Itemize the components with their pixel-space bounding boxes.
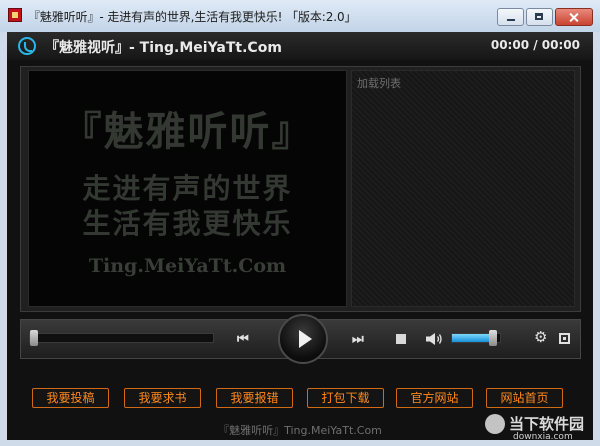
stop-button[interactable]: [396, 334, 406, 344]
report-error-button[interactable]: 我要报错: [216, 388, 293, 408]
gear-icon[interactable]: ⚙: [534, 330, 547, 345]
volume-level: [452, 334, 493, 342]
volume-slider[interactable]: [451, 330, 501, 346]
watermark-text: 当下软件园: [509, 415, 585, 433]
control-bar: ⏮ ⏭ ⚙: [20, 314, 581, 364]
content-panels: 『魅雅听听』 走进有声的世界 生活有我更快乐 Ting.MeiYaTt.Com …: [20, 66, 581, 312]
seek-handle[interactable]: [29, 330, 38, 346]
player-header: 『魅雅视听』- Ting.MeiYaTt.Com 00:00 / 00:00: [7, 32, 593, 60]
maximize-button[interactable]: [526, 8, 553, 26]
submit-button[interactable]: 我要投稿: [32, 388, 109, 408]
window-title: 『魅雅听听』- 走进有声的世界,生活有我更快乐! 「版本:2.0」: [28, 10, 357, 24]
video-area[interactable]: 『魅雅听听』 走进有声的世界 生活有我更快乐 Ting.MeiYaTt.Com: [28, 70, 347, 307]
time-display: 00:00 / 00:00: [490, 38, 580, 52]
player-window: 『魅雅视听』- Ting.MeiYaTt.Com 00:00 / 00:00 『…: [7, 32, 593, 442]
close-button[interactable]: [555, 8, 593, 26]
next-track-button[interactable]: ⏭: [352, 333, 364, 346]
home-page-button[interactable]: 网站首页: [486, 388, 563, 408]
playlist-panel[interactable]: 加载列表: [351, 70, 575, 307]
brand-title: 『魅雅听听』: [61, 109, 314, 155]
official-site-button[interactable]: 官方网站: [396, 388, 473, 408]
watermark-logo-icon: [485, 414, 505, 434]
brand-slogan-2: 生活有我更快乐: [82, 207, 293, 240]
speaker-icon[interactable]: [425, 332, 443, 346]
brand-url: Ting.MeiYaTt.Com: [88, 255, 287, 277]
watermark: 当下软件园 downxia.com: [485, 414, 585, 442]
playlist-loading-label: 加载列表: [357, 77, 401, 90]
brand-slogan-1: 走进有声的世界: [82, 172, 293, 205]
request-book-button[interactable]: 我要求书: [124, 388, 201, 408]
fullscreen-icon[interactable]: [559, 333, 570, 344]
minimize-button[interactable]: [497, 8, 524, 26]
title-bar: 『魅雅听听』- 走进有声的世界,生活有我更快乐! 「版本:2.0」: [0, 0, 600, 32]
watermark-sub: downxia.com: [513, 432, 573, 442]
logo-icon: [18, 37, 36, 55]
header-title: 『魅雅视听』- Ting.MeiYaTt.Com: [45, 40, 282, 56]
link-bar: 我要投稿 我要求书 我要报错 打包下载 官方网站 网站首页: [7, 388, 593, 412]
bundle-download-button[interactable]: 打包下载: [307, 388, 384, 408]
seek-bar[interactable]: [29, 330, 214, 346]
previous-track-button[interactable]: ⏮: [237, 333, 249, 346]
volume-handle[interactable]: [488, 330, 497, 346]
app-icon: [8, 8, 22, 22]
play-button[interactable]: [278, 314, 328, 364]
